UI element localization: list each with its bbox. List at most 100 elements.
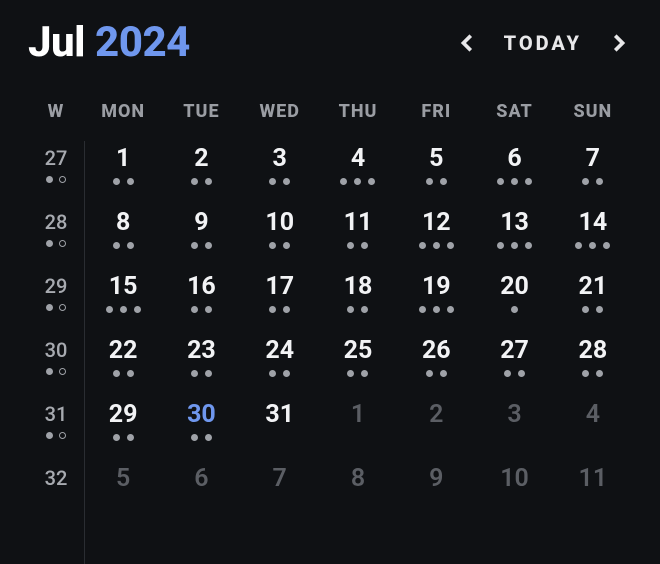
event-indicator-dots bbox=[162, 306, 240, 316]
day-cell[interactable]: 22 bbox=[84, 332, 162, 396]
day-cell[interactable]: 8 bbox=[84, 204, 162, 268]
dot-icon bbox=[419, 306, 426, 313]
day-number: 21 bbox=[554, 272, 632, 301]
day-cell[interactable]: 1 bbox=[319, 396, 397, 460]
prev-month-button[interactable] bbox=[454, 29, 482, 57]
day-cell[interactable]: 14 bbox=[554, 204, 632, 268]
day-cell[interactable]: 2 bbox=[162, 140, 240, 204]
event-indicator-dots bbox=[475, 242, 553, 252]
day-cell[interactable]: 28 bbox=[554, 332, 632, 396]
day-cell[interactable]: 23 bbox=[162, 332, 240, 396]
dot-icon bbox=[283, 370, 290, 377]
dot-icon bbox=[596, 178, 603, 185]
day-cell[interactable]: 29 bbox=[84, 396, 162, 460]
dot-icon bbox=[603, 242, 610, 249]
calendar-header: Jul 2024 TODAY bbox=[28, 18, 632, 67]
day-cell[interactable]: 30 bbox=[162, 396, 240, 460]
event-indicator-dots bbox=[319, 242, 397, 252]
dot-icon bbox=[447, 242, 454, 249]
day-cell[interactable]: 16 bbox=[162, 268, 240, 332]
day-number: 2 bbox=[162, 144, 240, 173]
day-cell[interactable]: 19 bbox=[397, 268, 475, 332]
dot-icon bbox=[575, 242, 582, 249]
day-number: 27 bbox=[475, 336, 553, 365]
calendar-grid: WMONTUEWEDTHUFRISATSUN271234567288910111… bbox=[28, 101, 632, 524]
event-indicator-dots bbox=[162, 178, 240, 188]
day-cell[interactable]: 8 bbox=[319, 460, 397, 524]
day-cell[interactable]: 27 bbox=[475, 332, 553, 396]
day-number: 25 bbox=[319, 336, 397, 365]
day-cell[interactable]: 2 bbox=[397, 396, 475, 460]
next-month-button[interactable] bbox=[604, 29, 632, 57]
day-cell[interactable]: 3 bbox=[475, 396, 553, 460]
day-cell[interactable]: 7 bbox=[241, 460, 319, 524]
week-number-cell[interactable]: 32 bbox=[28, 460, 84, 524]
day-cell[interactable]: 5 bbox=[84, 460, 162, 524]
dot-icon bbox=[113, 370, 120, 377]
week-number-cell[interactable]: 29 bbox=[28, 268, 84, 332]
today-button[interactable]: TODAY bbox=[504, 31, 582, 55]
dot-icon bbox=[46, 368, 53, 375]
day-cell[interactable]: 10 bbox=[241, 204, 319, 268]
dot-icon bbox=[497, 178, 504, 185]
week-number-cell[interactable]: 28 bbox=[28, 204, 84, 268]
day-cell[interactable]: 11 bbox=[554, 460, 632, 524]
day-number: 13 bbox=[475, 208, 553, 237]
day-cell[interactable]: 31 bbox=[241, 396, 319, 460]
day-cell[interactable]: 10 bbox=[475, 460, 553, 524]
dot-icon bbox=[46, 432, 53, 439]
dot-icon bbox=[120, 306, 127, 313]
day-number: 23 bbox=[162, 336, 240, 365]
day-cell[interactable]: 21 bbox=[554, 268, 632, 332]
dot-icon bbox=[59, 432, 66, 439]
dot-icon bbox=[511, 242, 518, 249]
day-cell[interactable]: 6 bbox=[162, 460, 240, 524]
event-indicator-dots bbox=[397, 434, 475, 444]
day-cell[interactable]: 4 bbox=[319, 140, 397, 204]
day-number: 3 bbox=[475, 400, 553, 429]
day-cell[interactable]: 11 bbox=[319, 204, 397, 268]
day-cell[interactable]: 25 bbox=[319, 332, 397, 396]
month-year-title: Jul 2024 bbox=[28, 18, 190, 67]
day-number: 6 bbox=[162, 464, 240, 493]
week-number-cell[interactable]: 30 bbox=[28, 332, 84, 396]
weekday-header: TUE bbox=[162, 101, 240, 140]
day-cell[interactable]: 13 bbox=[475, 204, 553, 268]
week-number-cell[interactable]: 31 bbox=[28, 396, 84, 460]
day-cell[interactable]: 17 bbox=[241, 268, 319, 332]
week-number-cell[interactable]: 27 bbox=[28, 140, 84, 204]
dot-icon bbox=[340, 178, 347, 185]
dot-icon bbox=[426, 178, 433, 185]
day-cell[interactable]: 5 bbox=[397, 140, 475, 204]
dot-icon bbox=[46, 240, 53, 247]
day-cell[interactable]: 9 bbox=[162, 204, 240, 268]
event-indicator-dots bbox=[84, 370, 162, 380]
dot-icon bbox=[127, 178, 134, 185]
day-cell[interactable]: 15 bbox=[84, 268, 162, 332]
day-number: 7 bbox=[241, 464, 319, 493]
day-cell[interactable]: 3 bbox=[241, 140, 319, 204]
dot-icon bbox=[134, 306, 141, 313]
event-indicator-dots bbox=[475, 370, 553, 380]
dot-icon bbox=[596, 306, 603, 313]
month-label: Jul bbox=[28, 18, 85, 67]
dot-icon bbox=[361, 370, 368, 377]
dot-icon bbox=[426, 370, 433, 377]
day-cell[interactable]: 12 bbox=[397, 204, 475, 268]
dot-icon bbox=[205, 434, 212, 441]
day-cell[interactable]: 9 bbox=[397, 460, 475, 524]
day-cell[interactable]: 4 bbox=[554, 396, 632, 460]
day-cell[interactable]: 24 bbox=[241, 332, 319, 396]
day-cell[interactable]: 6 bbox=[475, 140, 553, 204]
day-number: 10 bbox=[241, 208, 319, 237]
event-indicator-dots bbox=[475, 178, 553, 188]
dot-icon bbox=[205, 178, 212, 185]
week-indicator-dots bbox=[28, 240, 84, 247]
day-cell[interactable]: 20 bbox=[475, 268, 553, 332]
day-cell[interactable]: 26 bbox=[397, 332, 475, 396]
day-number: 20 bbox=[475, 272, 553, 301]
day-cell[interactable]: 1 bbox=[84, 140, 162, 204]
day-cell[interactable]: 18 bbox=[319, 268, 397, 332]
day-cell[interactable]: 7 bbox=[554, 140, 632, 204]
week-number: 32 bbox=[28, 466, 84, 490]
